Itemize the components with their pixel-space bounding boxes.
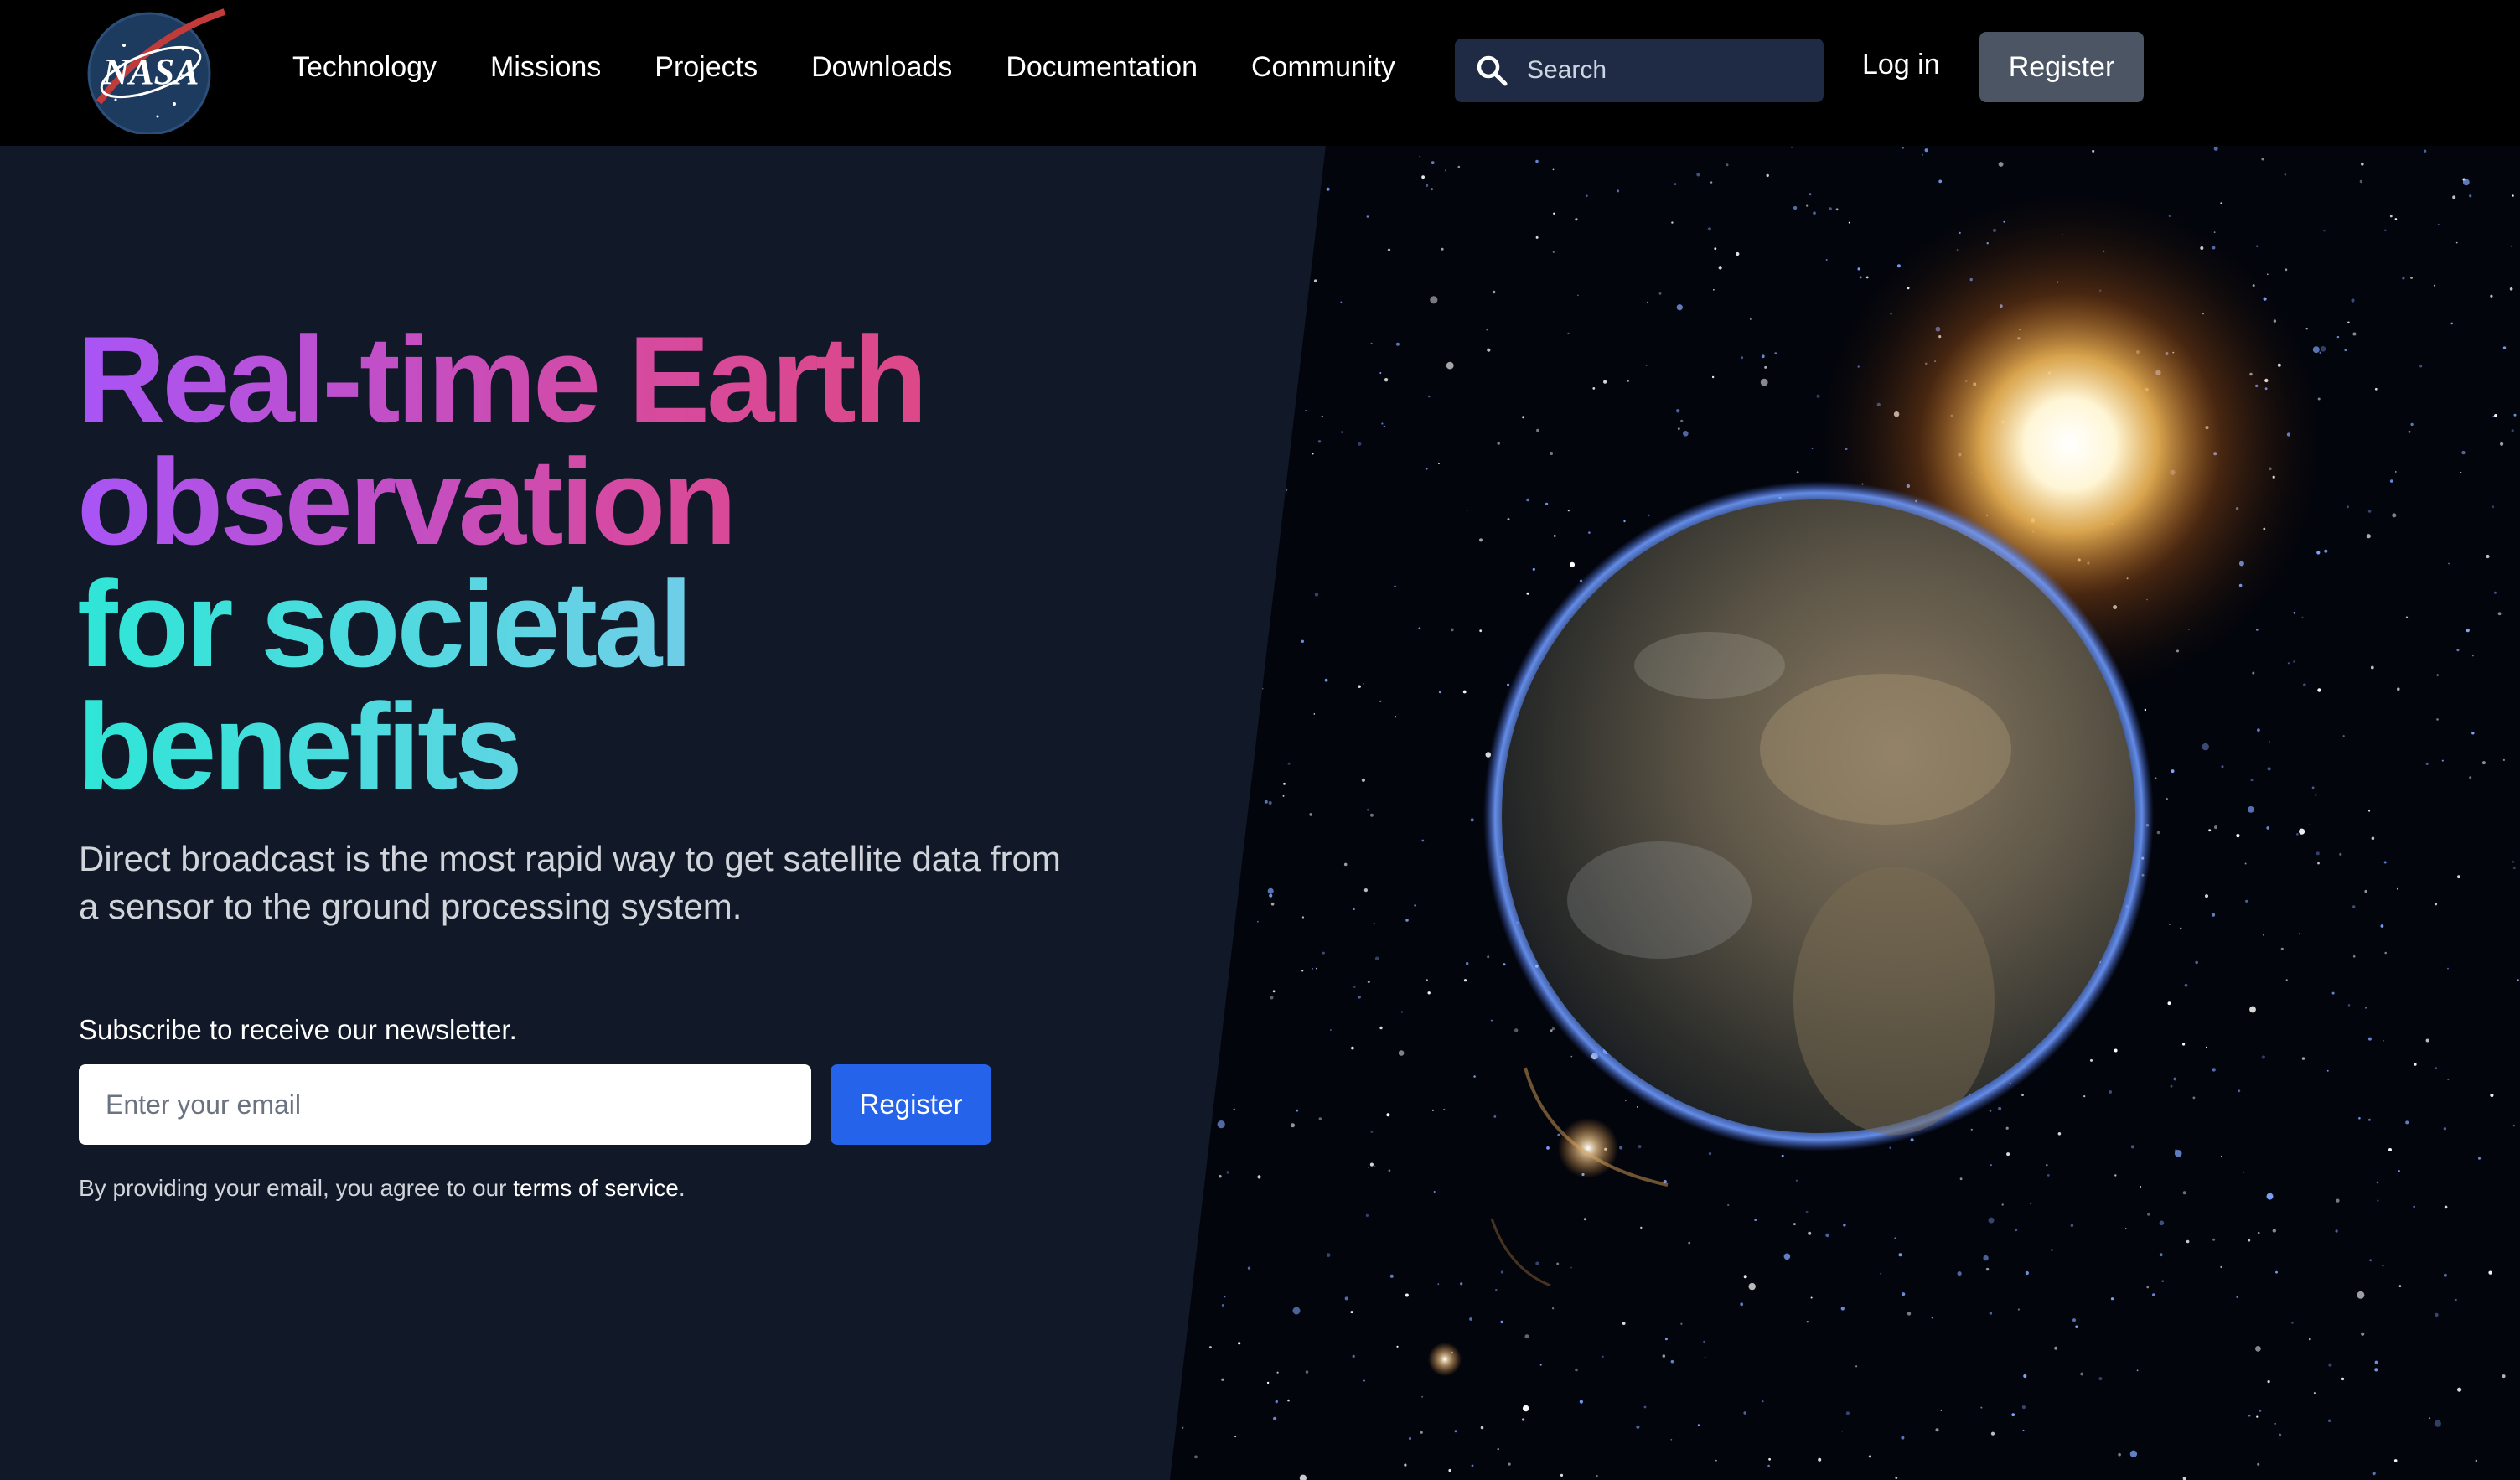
subscribe-label: Subscribe to receive our newsletter. [79,1014,517,1045]
search-box[interactable] [1455,39,1824,102]
subscribe-register-button[interactable]: Register [831,1064,991,1145]
terms-notice: By providing your email, you agree to ou… [79,1175,686,1202]
hero-headline: Real-time Earth observation for societal… [77,318,1083,808]
headline-line-3: for societal [77,563,1083,686]
terms-of-service-link[interactable]: terms of service [513,1175,679,1201]
top-navigation: NASA Technology Missions Projects Downlo… [0,0,2520,146]
hero-lead: Direct broadcast is the most rapid way t… [79,839,1061,926]
logo-text: NASA [102,51,199,92]
headline-line-4: benefits [77,686,1083,808]
headline-line-1: Real-time Earth [77,318,1083,441]
terms-suffix: . [678,1175,686,1201]
nasa-logo[interactable]: NASA [74,3,230,136]
nav-link-missions[interactable]: Missions [490,51,601,84]
login-link[interactable]: Log in [1862,49,1940,81]
terms-prefix: By providing your email, you agree to ou… [79,1175,514,1201]
nav-link-technology[interactable]: Technology [292,51,437,84]
nav-link-downloads[interactable]: Downloads [811,51,952,84]
nav-links: Technology Missions Projects Downloads D… [292,0,1449,134]
search-input[interactable] [1527,56,1803,85]
nav-register-button[interactable]: Register [1979,32,2144,102]
email-field[interactable] [79,1064,811,1145]
headline-line-2: observation [77,441,1083,563]
search-icon [1477,55,1508,86]
nav-link-projects[interactable]: Projects [655,51,758,84]
nav-link-community[interactable]: Community [1251,51,1395,84]
nav-link-documentation[interactable]: Documentation [1006,51,1198,84]
